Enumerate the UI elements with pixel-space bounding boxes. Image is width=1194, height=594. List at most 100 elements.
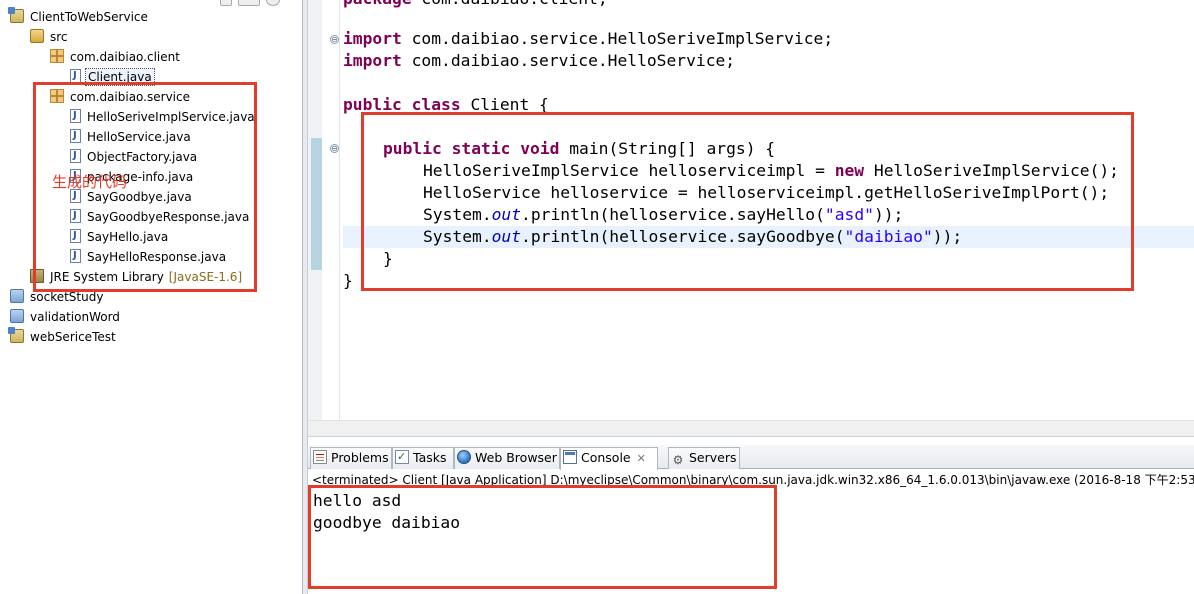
code-text: System.	[423, 205, 492, 224]
tree-item-label: JRE System Library	[50, 270, 164, 284]
tree-item-label: ClientToWebService	[30, 10, 148, 24]
fold-toggle-icon[interactable]: ⊖	[330, 144, 339, 153]
code-text: HelloService helloservice = helloservice…	[423, 183, 1110, 202]
library-icon	[30, 269, 44, 283]
code-text: Client {	[460, 95, 549, 114]
static-field: out	[491, 205, 522, 224]
tree-item-label: src	[50, 30, 68, 44]
code-line-statement: HelloSeriveImplService helloserviceimpl …	[423, 160, 1119, 182]
java-file-icon	[70, 146, 81, 166]
source-folder-icon	[30, 29, 44, 43]
tab-problems[interactable]: Problems	[310, 447, 392, 469]
tab-tasks[interactable]: Tasks	[392, 447, 454, 469]
tree-item-label: validationWord	[30, 310, 120, 324]
project-folder-icon	[10, 309, 24, 323]
tree-item-label: SayGoodbyeResponse.java	[87, 210, 250, 224]
tab-web-browser[interactable]: Web Browser	[454, 447, 560, 469]
keyword: import	[343, 51, 402, 70]
tree-item-project[interactable]: socketStudy	[10, 287, 105, 307]
java-file-icon	[70, 66, 81, 86]
tree-item-java-file[interactable]: SayGoodbyeResponse.java	[70, 206, 251, 227]
tree-item-project[interactable]: webSericeTest	[8, 327, 118, 347]
tree-item-java-file[interactable]: ObjectFactory.java	[70, 146, 199, 167]
keyword: public class	[343, 95, 461, 114]
code-line-import: import com.daibiao.service.HelloService;	[343, 50, 735, 72]
code-text: ));	[873, 205, 904, 224]
code-line-statement: System.out.println(helloservice.sayGoodb…	[423, 226, 962, 248]
view-menu-button[interactable]	[266, 0, 280, 6]
java-editor[interactable]: ⊖ ⊖ package com.daibiao.client; import c…	[308, 0, 1194, 436]
code-text: }	[383, 249, 393, 268]
console-output-line: hello asd	[313, 491, 402, 510]
code-line-closing-brace: }	[343, 270, 353, 292]
project-folder-icon	[10, 289, 24, 303]
jre-version-decoration: [JavaSE-1.6]	[168, 270, 243, 284]
tree-item-java-file[interactable]: SayHelloResponse.java	[70, 246, 228, 267]
problems-icon	[313, 450, 327, 464]
code-line-import: import com.daibiao.service.HelloSeriveIm…	[343, 28, 833, 50]
tree-item-label: SayHello.java	[87, 230, 169, 244]
tree-item-java-file[interactable]: SayHello.java	[70, 226, 170, 247]
tree-item-label: socketStudy	[30, 290, 104, 304]
close-tab-icon[interactable]: ✕	[637, 449, 646, 469]
java-file-icon	[70, 226, 81, 246]
code-text: com.daibiao.service.HelloSeriveImplServi…	[401, 29, 834, 48]
console-process-label: <terminated> Client [Java Application] D…	[312, 473, 1194, 487]
code-line-statement: HelloService helloservice = helloservice…	[423, 182, 1109, 204]
tree-item-project[interactable]: ClientToWebService	[8, 7, 150, 27]
link-with-editor-button[interactable]	[238, 0, 260, 6]
tree-item-java-file[interactable]: HelloService.java	[70, 126, 193, 147]
editor-horizontal-scrollbar[interactable]	[308, 420, 1194, 436]
package-icon	[50, 49, 64, 63]
java-file-icon	[70, 126, 81, 146]
tab-console[interactable]: Console ✕	[560, 447, 658, 470]
code-line-package: package com.daibiao.client;	[343, 0, 608, 10]
servers-icon: ⚙	[672, 453, 684, 467]
string-literal: "asd"	[824, 205, 874, 224]
tree-item-package-client[interactable]: com.daibiao.client	[50, 47, 182, 67]
generated-code-annotation: 生成的代码	[52, 173, 128, 191]
tree-item-project[interactable]: validationWord	[10, 307, 122, 327]
tree-item-jre-library[interactable]: JRE System Library [JavaSE-1.6]	[30, 267, 242, 287]
tree-item-label: com.daibiao.service	[70, 90, 190, 104]
tree-item-label: HelloSeriveImplService.java	[87, 110, 255, 124]
java-file-icon	[70, 246, 81, 266]
web-browser-icon	[457, 450, 471, 464]
code-text: .println(helloservice.sayGoodbye(	[521, 227, 845, 246]
console-view: Problems Tasks Web Browser Console ✕ ⚙ Ser…	[308, 436, 1194, 594]
string-literal: "daibiao"	[844, 227, 933, 246]
quick-diff-change-bar	[311, 138, 322, 270]
tab-label: Tasks	[413, 450, 447, 465]
console-icon	[563, 450, 577, 464]
project-icon	[8, 327, 24, 343]
tab-label: Web Browser	[475, 450, 557, 465]
code-text: ));	[932, 227, 963, 246]
code-text: com.daibiao.service.HelloService;	[401, 51, 736, 70]
tree-item-label: com.daibiao.client	[70, 50, 180, 64]
code-line-main-method: public static void main(String[] args) {	[383, 138, 775, 160]
tree-item-java-file[interactable]: HelloSeriveImplService.java	[70, 106, 257, 127]
code-text: .println(helloservice.sayHello(	[521, 205, 825, 224]
tree-item-label: SayHelloResponse.java	[87, 250, 227, 264]
tab-label: Problems	[331, 450, 389, 465]
fold-toggle-icon[interactable]: ⊖	[330, 35, 339, 44]
tab-servers[interactable]: ⚙ Servers	[668, 447, 740, 469]
tree-item-src[interactable]: src	[30, 27, 70, 47]
tree-item-label: HelloService.java	[87, 130, 191, 144]
package-icon	[50, 89, 64, 103]
code-text: main(String[] args) {	[559, 139, 776, 158]
project-icon	[8, 7, 24, 23]
collapse-all-button[interactable]	[220, 0, 232, 6]
tab-label: Servers	[689, 450, 737, 465]
code-text: HelloSeriveImplService();	[864, 161, 1119, 180]
tree-item-package-service[interactable]: com.daibiao.service	[50, 87, 192, 107]
code-text: HelloSeriveImplService helloserviceimpl …	[423, 161, 835, 180]
tree-item-client-java[interactable]: Client.java	[70, 66, 155, 87]
view-tab-bar: Problems Tasks Web Browser Console ✕ ⚙ Ser…	[308, 445, 1194, 470]
keyword: import	[343, 29, 402, 48]
java-file-icon	[70, 206, 81, 226]
code-line-statement: System.out.println(helloservice.sayHello…	[423, 204, 903, 226]
code-line-closing-brace: }	[383, 248, 393, 270]
static-field: out	[491, 227, 522, 246]
tree-item-label: webSericeTest	[30, 330, 116, 344]
